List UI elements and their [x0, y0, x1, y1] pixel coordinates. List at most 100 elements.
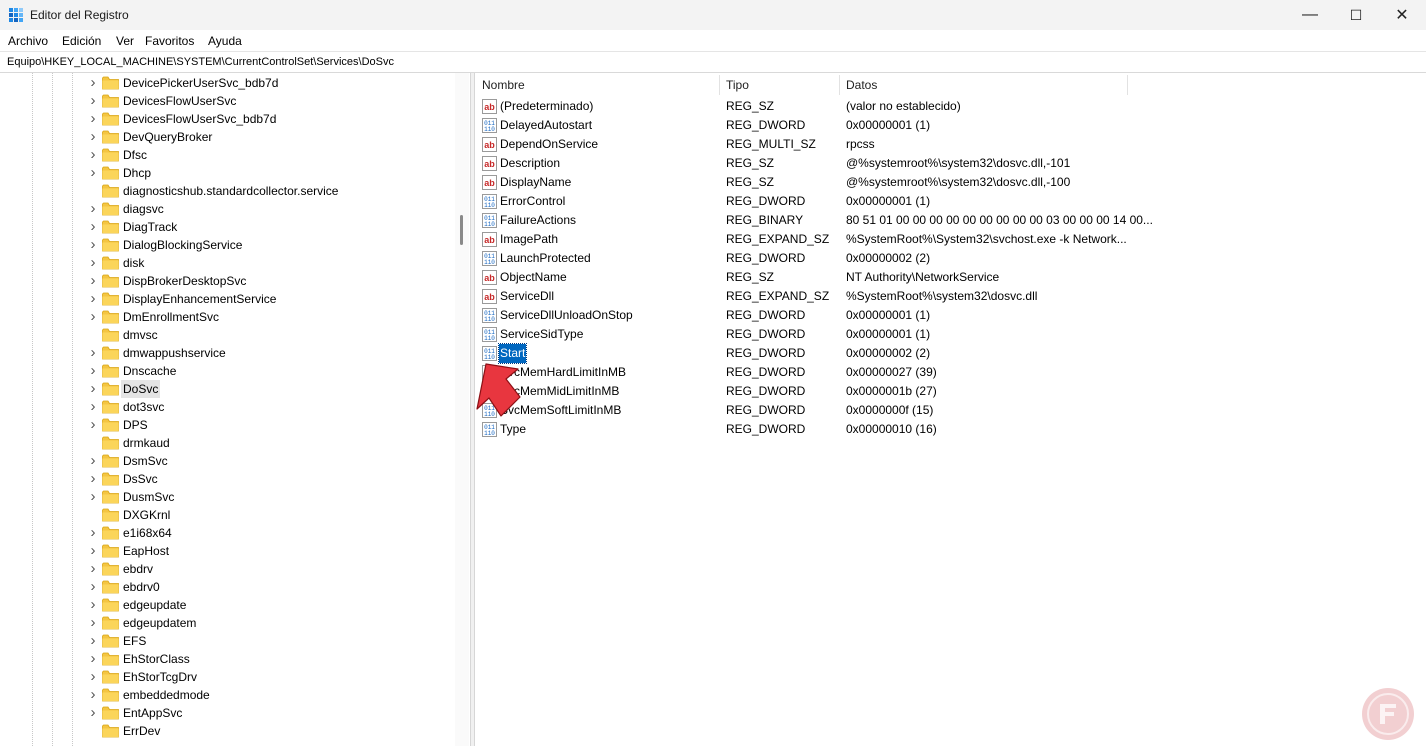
menu-archivo[interactable]: Archivo [8, 34, 48, 48]
tree-item[interactable]: › EhStorClass [0, 650, 455, 668]
chevron-right-icon[interactable]: › [88, 615, 98, 630]
chevron-right-icon[interactable]: › [88, 471, 98, 486]
value-row[interactable]: ab (Predeterminado) REG_SZ (valor no establ… [476, 97, 1426, 116]
tree-item[interactable]: › Dfsc [0, 146, 455, 164]
tree-item[interactable]: › edgeupdatem [0, 614, 455, 632]
chevron-right-icon[interactable]: › [88, 633, 98, 648]
address-path[interactable]: Equipo\HKEY_LOCAL_MACHINE\SYSTEM\Current… [7, 56, 394, 68]
chevron-right-icon[interactable]: › [88, 75, 98, 90]
value-row[interactable]: 011 110 SvcMemSoftLimitInMB REG_DWORD 0x0000… [476, 401, 1426, 420]
tree-item[interactable]: › DevicesFlowUserSvc [0, 92, 455, 110]
chevron-right-icon[interactable]: › [88, 399, 98, 414]
value-list[interactable]: Nombre Tipo Datos ab (Predeterminado) REG_… [476, 73, 1426, 746]
chevron-right-icon[interactable]: › [88, 381, 98, 396]
chevron-right-icon[interactable]: › [88, 93, 98, 108]
chevron-right-icon[interactable]: › [88, 669, 98, 684]
tree-item[interactable]: › DiagTrack [0, 218, 455, 236]
chevron-right-icon[interactable]: › [88, 705, 98, 720]
column-separator[interactable] [1127, 75, 1128, 95]
tree-item[interactable]: › ebdrv [0, 560, 455, 578]
tree-item[interactable]: › DoSvc [0, 380, 455, 398]
tree-item[interactable]: dmvsc [0, 326, 455, 344]
tree-item[interactable]: › DsSvc [0, 470, 455, 488]
tree-item[interactable]: ErrDev [0, 722, 455, 740]
menu-ayuda[interactable]: Ayuda [208, 34, 242, 48]
chevron-right-icon[interactable]: › [88, 291, 98, 306]
value-row[interactable]: 011 110 ServiceSidType REG_DWORD 0x00000001 … [476, 325, 1426, 344]
chevron-right-icon[interactable]: › [88, 543, 98, 558]
value-row[interactable]: 011 110 Type REG_DWORD 0x00000010 (16) [476, 420, 1426, 439]
tree-scrollbar-thumb[interactable] [460, 215, 463, 245]
tree-item[interactable]: › EntAppSvc [0, 704, 455, 722]
tree-item[interactable]: › EapHost [0, 542, 455, 560]
tree-item[interactable]: › dmwappushservice [0, 344, 455, 362]
chevron-right-icon[interactable]: › [88, 165, 98, 180]
chevron-right-icon[interactable]: › [88, 345, 98, 360]
tree-item[interactable]: › Dhcp [0, 164, 455, 182]
tree-item[interactable]: › DusmSvc [0, 488, 455, 506]
value-row[interactable]: 011 110 ServiceDllUnloadOnStop REG_DWORD 0x0… [476, 306, 1426, 325]
chevron-right-icon[interactable]: › [88, 237, 98, 252]
value-row[interactable]: 011 110 FailureActions REG_BINARY 80 51 01 0… [476, 211, 1426, 230]
chevron-right-icon[interactable]: › [88, 597, 98, 612]
tree-item[interactable]: › edgeupdate [0, 596, 455, 614]
menu-favoritos[interactable]: Favoritos [145, 34, 194, 48]
chevron-right-icon[interactable]: › [88, 489, 98, 504]
tree-item[interactable]: diagnosticshub.standardcollector.service [0, 182, 455, 200]
tree-item[interactable]: › DevQueryBroker [0, 128, 455, 146]
tree-item[interactable]: › DsmSvc [0, 452, 455, 470]
tree-item[interactable]: DXGKrnl [0, 506, 455, 524]
tree-item[interactable]: › DPS [0, 416, 455, 434]
value-row[interactable]: ab DependOnService REG_MULTI_SZ rpcss [476, 135, 1426, 154]
menu-ver[interactable]: Ver [116, 34, 134, 48]
value-row[interactable]: ab ObjectName REG_SZ NT Authority\NetworkSe… [476, 268, 1426, 287]
address-bar[interactable]: Equipo\HKEY_LOCAL_MACHINE\SYSTEM\Current… [0, 51, 1426, 73]
tree-item[interactable]: › EFS [0, 632, 455, 650]
tree-item[interactable]: › ebdrv0 [0, 578, 455, 596]
chevron-right-icon[interactable]: › [88, 129, 98, 144]
value-row[interactable]: 011 110 ErrorControl REG_DWORD 0x00000001 (1… [476, 192, 1426, 211]
key-tree[interactable]: › DevicePickerUserSvc_bdb7d › DevicesFlowUs… [0, 73, 471, 746]
chevron-right-icon[interactable]: › [88, 561, 98, 576]
value-row[interactable]: ab Description REG_SZ @%systemroot%\system3… [476, 154, 1426, 173]
column-header-type[interactable]: Tipo [720, 73, 840, 97]
chevron-right-icon[interactable]: › [88, 147, 98, 162]
tree-item[interactable]: › DialogBlockingService [0, 236, 455, 254]
tree-item[interactable]: › embeddedmode [0, 686, 455, 704]
chevron-right-icon[interactable]: › [88, 201, 98, 216]
menu-edicion[interactable]: Edición [62, 34, 101, 48]
tree-item[interactable]: › Dnscache [0, 362, 455, 380]
tree-item[interactable]: › e1i68x64 [0, 524, 455, 542]
value-row[interactable]: ab ServiceDll REG_EXPAND_SZ %SystemRoot%\sy… [476, 287, 1426, 306]
tree-item[interactable]: › disk [0, 254, 455, 272]
value-row[interactable]: ab DisplayName REG_SZ @%systemroot%\system3… [476, 173, 1426, 192]
tree-item[interactable]: drmkaud [0, 434, 455, 452]
value-row[interactable]: 011 110 DelayedAutostart REG_DWORD 0x0000000… [476, 116, 1426, 135]
tree-item[interactable]: › EhStorTcgDrv [0, 668, 455, 686]
chevron-right-icon[interactable]: › [88, 525, 98, 540]
value-row[interactable]: 011110SvcMemHardLimitInMBREG_DWORD0x0000… [476, 363, 1426, 382]
value-row[interactable]: 011 110 Start REG_DWORD 0x00000002 (2) [476, 343, 1426, 364]
chevron-right-icon[interactable]: › [88, 579, 98, 594]
chevron-right-icon[interactable]: › [88, 453, 98, 468]
chevron-right-icon[interactable]: › [88, 651, 98, 666]
chevron-right-icon[interactable]: › [88, 255, 98, 270]
tree-item[interactable]: › diagsvc [0, 200, 455, 218]
close-button[interactable]: ✕ [1379, 0, 1425, 30]
maximize-button[interactable]: ☐ [1333, 0, 1379, 30]
tree-item[interactable]: › DisplayEnhancementService [0, 290, 455, 308]
tree-item[interactable]: › DevicesFlowUserSvc_bdb7d [0, 110, 455, 128]
chevron-right-icon[interactable]: › [88, 273, 98, 288]
chevron-right-icon[interactable]: › [88, 417, 98, 432]
chevron-right-icon[interactable]: › [88, 687, 98, 702]
chevron-right-icon[interactable]: › [88, 309, 98, 324]
minimize-button[interactable]: — [1287, 0, 1333, 30]
chevron-right-icon[interactable]: › [88, 363, 98, 378]
tree-item[interactable]: › dot3svc [0, 398, 455, 416]
tree-item[interactable]: › DispBrokerDesktopSvc [0, 272, 455, 290]
value-row[interactable]: 011 110 LaunchProtected REG_DWORD 0x00000002… [476, 249, 1426, 268]
column-header-data[interactable]: Datos [840, 73, 1128, 97]
chevron-right-icon[interactable]: › [88, 219, 98, 234]
tree-item[interactable]: › DmEnrollmentSvc [0, 308, 455, 326]
column-header-name[interactable]: Nombre [476, 73, 719, 97]
